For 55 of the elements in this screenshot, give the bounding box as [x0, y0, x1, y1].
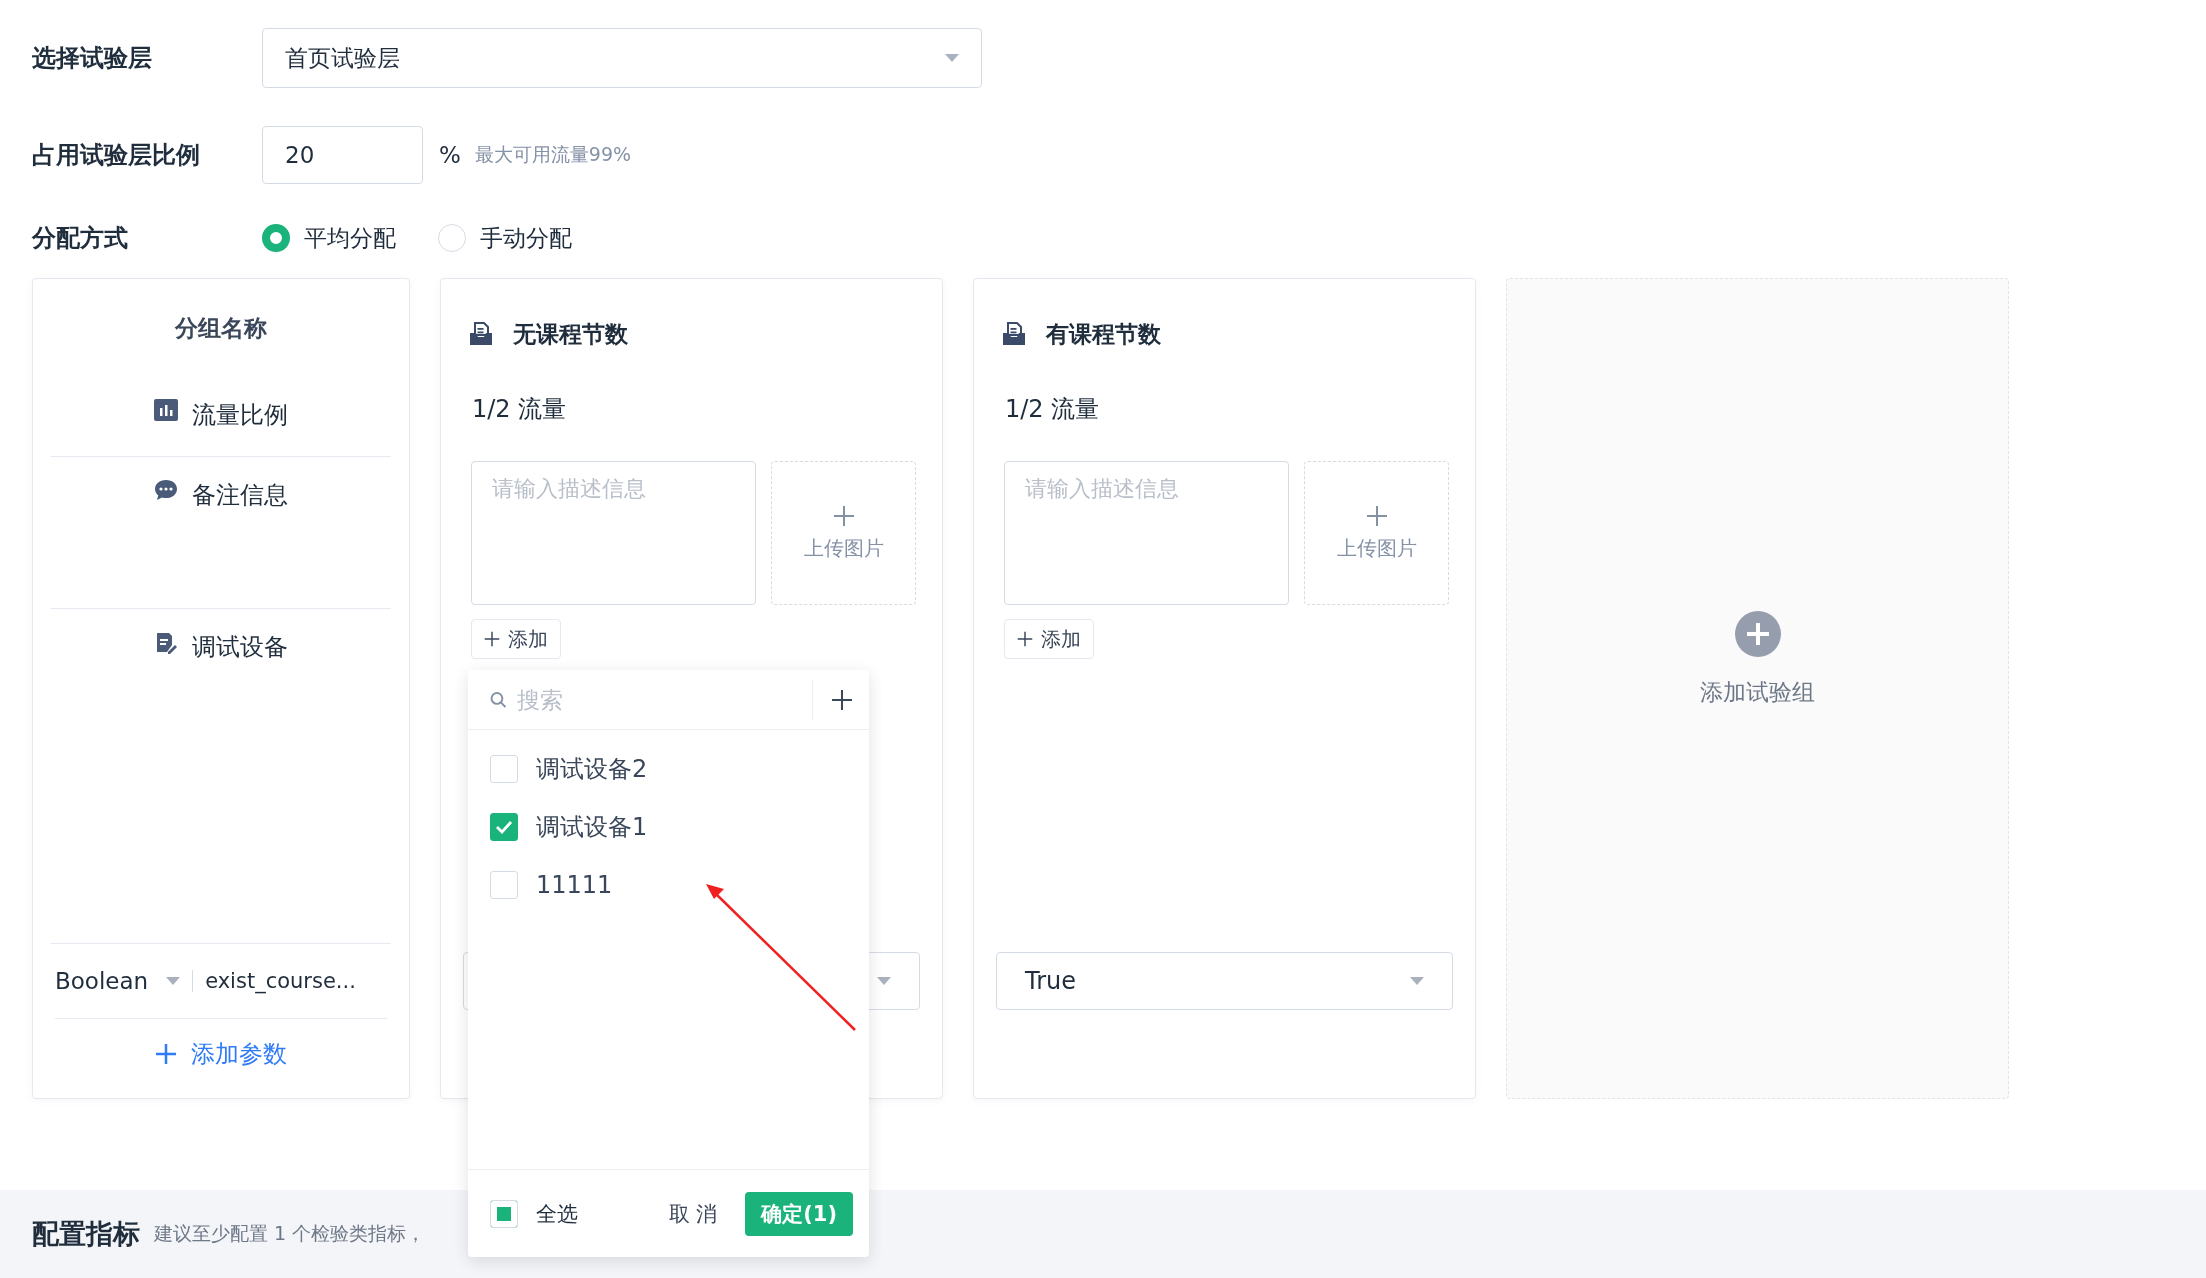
caret-icon	[945, 54, 959, 62]
column-title: 分组名称	[173, 313, 268, 343]
search-field[interactable]: 搜索	[515, 679, 813, 720]
hint-text: 最大可用流量99%	[474, 142, 632, 167]
section-hint: 建议至少配置 1 个检验类指标，	[154, 1221, 426, 1246]
plus-icon	[832, 504, 855, 527]
radio-label: 平均分配	[304, 223, 396, 253]
chat-bubble-icon	[154, 479, 178, 501]
plus-circle-icon	[1734, 610, 1781, 657]
field-label: 分配方式	[32, 223, 129, 254]
caret-icon	[166, 977, 181, 985]
plus-icon	[831, 688, 853, 711]
add-button[interactable]: 添加	[1004, 619, 1094, 659]
row-label: 备注信息	[192, 480, 288, 511]
field-label: 占用试验层比例	[32, 140, 201, 171]
device-option[interactable]: 调试设备2	[468, 740, 869, 798]
field-label: 选择试验层	[32, 43, 153, 74]
plus-icon	[1365, 504, 1388, 527]
description-field[interactable]: 请输入描述信息	[471, 461, 756, 605]
cancel-button[interactable]: 取 消	[662, 1198, 724, 1229]
inbox-document-icon	[1002, 322, 1026, 346]
layer-select[interactable]: 首页试验层	[262, 28, 982, 88]
ratio-input[interactable]: 20	[262, 126, 423, 184]
plus-icon	[484, 631, 500, 647]
caret-icon	[1410, 977, 1424, 985]
checkmark-icon	[495, 820, 513, 834]
radio-option[interactable]: 手动分配	[438, 222, 572, 254]
section-title: 配置指标	[32, 1217, 140, 1251]
add-button[interactable]: 添加	[471, 619, 561, 659]
plus-icon	[155, 1043, 177, 1065]
row-label: 流量比例	[192, 400, 288, 431]
select-all-option[interactable]: 全选	[490, 1199, 578, 1228]
add-param-button[interactable]: 添加参数	[149, 1037, 293, 1071]
radio-button[interactable]	[262, 224, 290, 252]
checkbox[interactable]	[490, 813, 518, 841]
bar-chart-icon	[154, 399, 178, 421]
description-field[interactable]: 请输入描述信息	[1004, 461, 1289, 605]
param-name: exist_course...	[205, 969, 356, 993]
caret-icon	[877, 977, 891, 985]
radio-option[interactable]: 平均分配	[262, 222, 396, 254]
value-select[interactable]: True	[996, 952, 1453, 1010]
group-title: 无课程节数	[513, 319, 628, 349]
type-select[interactable]: Boolean	[55, 970, 194, 992]
device-option[interactable]: 调试设备1	[468, 798, 869, 856]
plus-icon	[1017, 631, 1033, 647]
group-title: 有课程节数	[1046, 319, 1161, 349]
add-group-card[interactable]: 添加试验组	[1506, 278, 2009, 1099]
unit-label: %	[439, 142, 461, 168]
traffic-label: 1/2 流量	[471, 394, 568, 425]
traffic-label: 1/2 流量	[1004, 394, 1101, 425]
radio-label: 手动分配	[480, 223, 572, 253]
inbox-document-icon	[469, 322, 493, 346]
row-label: 调试设备	[192, 632, 288, 663]
document-edit-icon	[154, 631, 178, 655]
device-option[interactable]: 11111	[468, 856, 869, 914]
